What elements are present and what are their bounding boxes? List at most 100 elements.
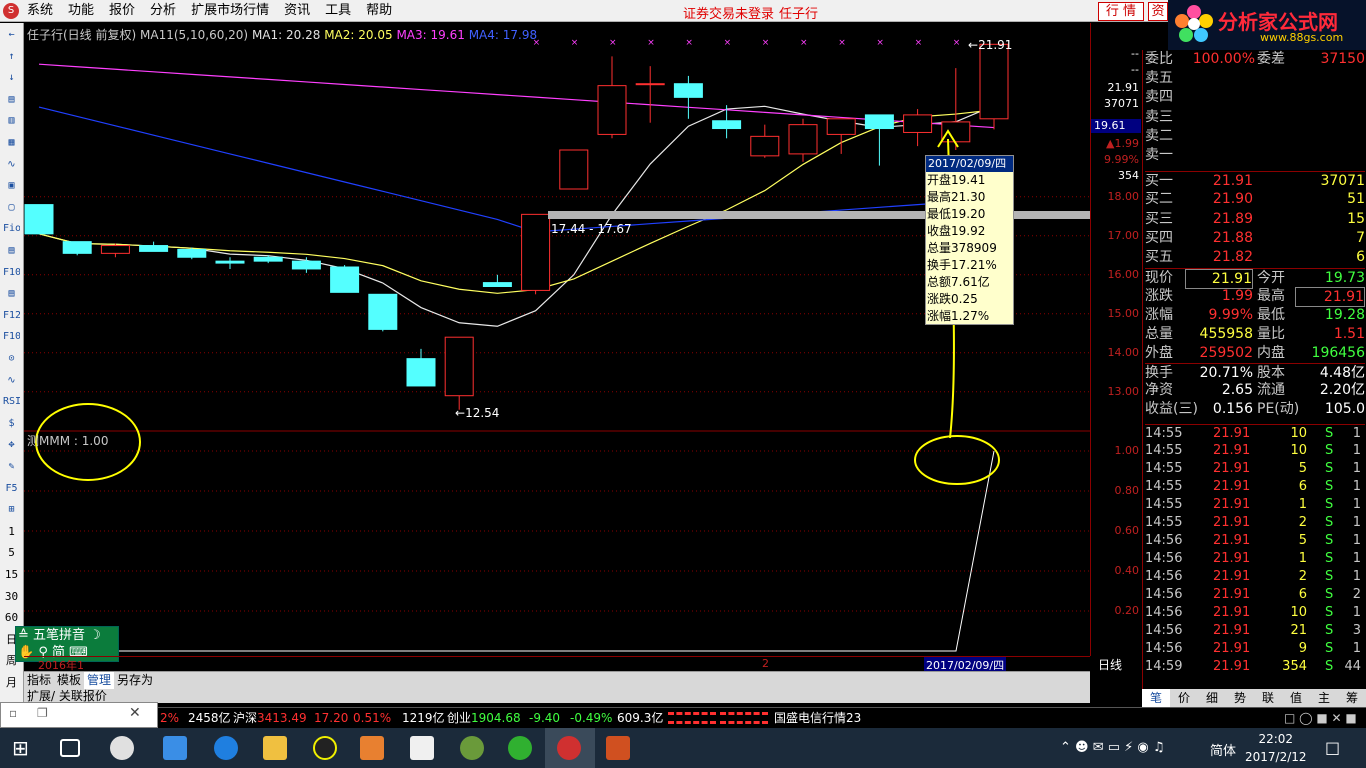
- qq-icon[interactable]: [313, 736, 337, 760]
- ime-indicator[interactable]: 简体: [1210, 740, 1236, 759]
- chart-app-icon[interactable]: [606, 736, 630, 760]
- minimized-window-popup[interactable]: ▫ ❐ ✕: [0, 702, 158, 728]
- toolbar-tool-21-icon[interactable]: F5: [3, 481, 20, 497]
- toolbar-tool-9-icon[interactable]: Fio: [3, 221, 20, 237]
- menu-item-news[interactable]: 资讯: [284, 2, 310, 20]
- zoom-out-button[interactable]: -: [1110, 672, 1122, 689]
- tooltip-row: 总额7.61亿: [926, 274, 1013, 291]
- quote-label: 股本: [1257, 364, 1285, 381]
- toolbar-tool-4-icon[interactable]: ▥: [3, 113, 20, 129]
- browser-icon[interactable]: [508, 736, 532, 760]
- quote-value: 196456: [1311, 344, 1365, 361]
- toolbar-tool-12-icon[interactable]: ▤: [3, 286, 20, 302]
- document-icon[interactable]: [410, 736, 434, 760]
- buy-level-label: 买一: [1145, 173, 1173, 189]
- popup-minimize-icon[interactable]: ▫: [9, 706, 17, 720]
- toolbar-tool-0-icon[interactable]: ←: [3, 27, 20, 43]
- quote-row: 净资 2.65 流通 2.20亿: [1145, 381, 1365, 399]
- toolbar-tool-10-icon[interactable]: ▤: [3, 243, 20, 259]
- tick-row: 14:59 21.91 354 S 44: [1145, 658, 1365, 676]
- toolbar-tool-27-icon[interactable]: 60: [3, 610, 20, 626]
- system-clock[interactable]: 22:02 2017/2/12: [1245, 730, 1307, 766]
- toolbar-tool-5-icon[interactable]: ▦: [3, 135, 20, 151]
- toolbar-tool-3-icon[interactable]: ▤: [3, 92, 20, 108]
- task-view-icon[interactable]: [60, 739, 80, 757]
- tick-volume: 5: [1298, 461, 1307, 476]
- tab-manage[interactable]: 管理: [84, 672, 115, 689]
- notification-icon[interactable]: □: [1325, 738, 1340, 757]
- chart-area[interactable]: × × × × × × × × × × × ×: [24, 23, 1090, 656]
- menu-item-ext-market[interactable]: 扩展市场行情: [191, 2, 269, 20]
- toolbar-tool-15-icon[interactable]: ⊙: [3, 351, 20, 367]
- period-label[interactable]: 日线: [1098, 656, 1122, 673]
- tick-price: 21.91: [1213, 623, 1251, 638]
- login-status[interactable]: 证券交易未登录: [683, 3, 774, 22]
- quote-value: 9.99%: [1208, 306, 1253, 323]
- quote-mode-button[interactable]: 行 情: [1098, 2, 1144, 21]
- tick-price: 21.91: [1213, 533, 1251, 548]
- sb-hs-chg: 17.20: [314, 711, 349, 725]
- toolbar-tool-30-icon[interactable]: 月: [3, 675, 20, 691]
- rp-tab-5[interactable]: 值: [1282, 689, 1310, 707]
- store-icon[interactable]: [163, 736, 187, 760]
- toolbar-tool-26-icon[interactable]: 30: [3, 589, 20, 605]
- tick-price: 21.91: [1213, 551, 1251, 566]
- quote-row: 委比 100.00% 委差 37150: [1145, 50, 1365, 68]
- popup-restore-icon[interactable]: ❐: [37, 706, 48, 720]
- toolbar-tool-19-icon[interactable]: ✥: [3, 437, 20, 453]
- tray-icons[interactable]: ⌃ ☻ ✉ ▭ ⚡ ◉ ♫: [1060, 740, 1165, 755]
- trade-mode-button[interactable]: 资: [1148, 2, 1168, 21]
- explorer-icon[interactable]: [263, 736, 287, 760]
- sb-news[interactable]: 国盛电信行情23: [774, 708, 861, 728]
- toolbar-tool-20-icon[interactable]: ✎: [3, 459, 20, 475]
- toolbar-tool-1-icon[interactable]: ↑: [3, 49, 20, 65]
- toolbar-tool-6-icon[interactable]: ∿: [3, 157, 20, 173]
- toolbar-tool-23-icon[interactable]: 1: [3, 524, 20, 540]
- ime-name[interactable]: 五笔拼音: [33, 628, 85, 643]
- tab-template[interactable]: 模板: [54, 672, 84, 689]
- menu-item-analysis[interactable]: 分析: [150, 2, 176, 20]
- rp-tab-4[interactable]: 联: [1254, 689, 1282, 707]
- toolbar-tool-7-icon[interactable]: ▣: [3, 178, 20, 194]
- windows-start-icon[interactable]: ⊞: [12, 736, 36, 760]
- sb-icons[interactable]: □ ◯ ■ ✕ ■: [1284, 708, 1357, 728]
- menu-item-tools[interactable]: 工具: [325, 2, 351, 20]
- media-icon[interactable]: [360, 736, 384, 760]
- bottom-tabs: 指标 模板 管理 另存为 + -: [24, 671, 1118, 689]
- rp-tab-3[interactable]: 势: [1226, 689, 1254, 707]
- toolbar-tool-25-icon[interactable]: 15: [3, 567, 20, 583]
- tab-save-as[interactable]: 另存为: [114, 672, 156, 689]
- top-marker: ×: [915, 38, 923, 48]
- popup-close-icon[interactable]: ✕: [129, 705, 141, 721]
- app-icon-1[interactable]: [110, 736, 134, 760]
- moon-icon[interactable]: ☽: [89, 628, 101, 643]
- zoom-in-button[interactable]: +: [1092, 672, 1110, 689]
- toolbar-tool-24-icon[interactable]: 5: [3, 545, 20, 561]
- candle-body: [62, 241, 92, 254]
- ext-bar[interactable]: 扩展/ 关联报价: [24, 689, 1090, 703]
- toolbar-tool-17-icon[interactable]: RSI: [3, 394, 20, 410]
- price-axis: -- -- 21.91 37071 19.61 ▲1.99 9.99% 354 …: [1090, 23, 1142, 656]
- toolbar-tool-16-icon[interactable]: ∿: [3, 373, 20, 389]
- edge-icon[interactable]: [214, 736, 238, 760]
- menu-item-help[interactable]: 帮助: [366, 2, 392, 20]
- menu-item-quote[interactable]: 报价: [109, 2, 135, 20]
- toolbar-tool-8-icon[interactable]: ▢: [3, 200, 20, 216]
- menu-item-system[interactable]: 系统: [27, 2, 53, 20]
- rp-tab-7[interactable]: 筹: [1338, 689, 1366, 707]
- toolbar-tool-13-icon[interactable]: F12: [3, 308, 20, 324]
- toolbar-tool-11-icon[interactable]: F10: [3, 265, 20, 281]
- toolbar-tool-2-icon[interactable]: ↓: [3, 70, 20, 86]
- indicator-tick: 0.80: [1114, 484, 1140, 497]
- toolbar-tool-22-icon[interactable]: ⊞: [3, 502, 20, 518]
- rp-tab-0[interactable]: 笔: [1142, 689, 1170, 707]
- toolbar-tool-18-icon[interactable]: $: [3, 416, 20, 432]
- rp-tab-2[interactable]: 细: [1198, 689, 1226, 707]
- tab-indicator[interactable]: 指标: [24, 672, 54, 689]
- paint-icon[interactable]: [460, 736, 484, 760]
- rp-tab-6[interactable]: 主: [1310, 689, 1338, 707]
- toolbar-tool-14-icon[interactable]: F10: [3, 329, 20, 345]
- menu-item-function[interactable]: 功能: [68, 2, 94, 20]
- ime-expand-icon[interactable]: ≙: [18, 628, 29, 643]
- rp-tab-1[interactable]: 价: [1170, 689, 1198, 707]
